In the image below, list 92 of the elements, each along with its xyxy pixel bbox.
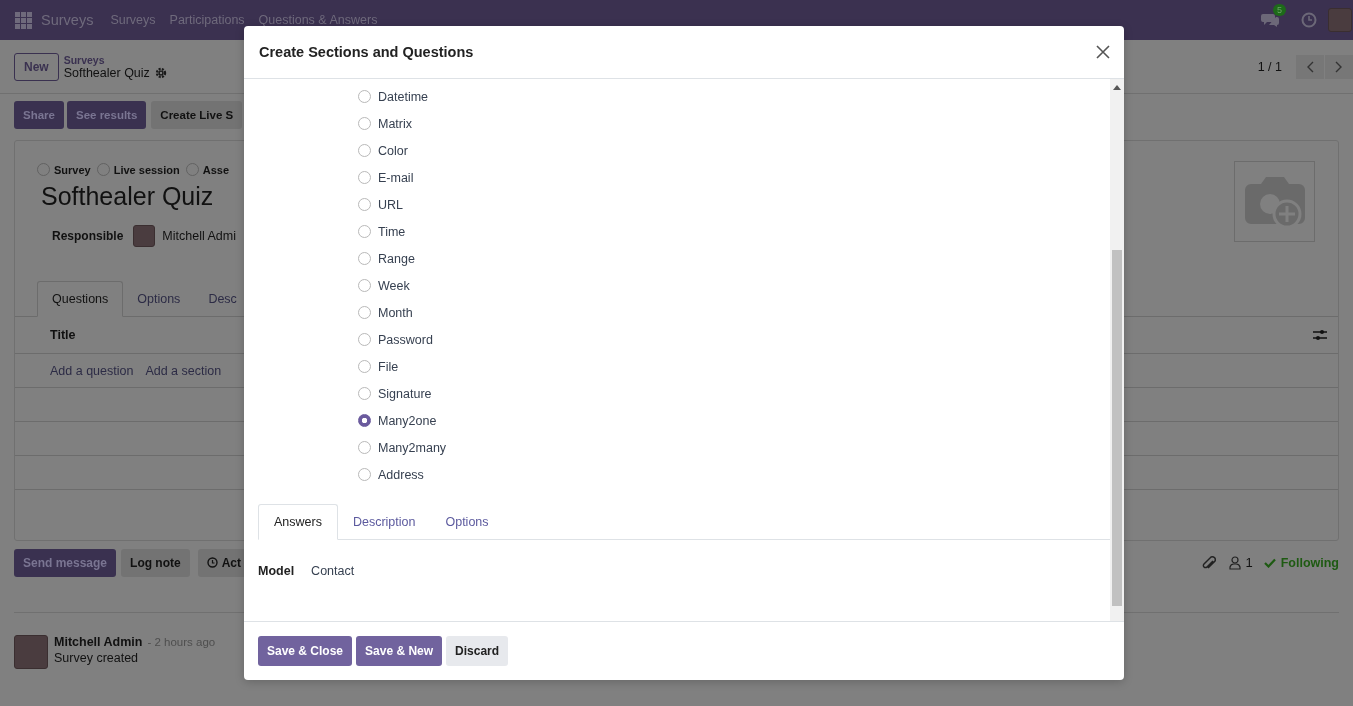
radio-button[interactable] [358, 468, 371, 481]
radio-button[interactable] [37, 163, 50, 176]
clock-icon[interactable] [1301, 12, 1317, 28]
followers-button[interactable]: 1 [1229, 555, 1253, 570]
radio-button[interactable] [358, 333, 371, 346]
pager-value: 1 / 1 [1257, 59, 1282, 74]
radio-button[interactable] [358, 198, 371, 211]
scrollbar[interactable] [1110, 79, 1124, 621]
field-label: Responsible [52, 229, 124, 243]
dialog-button[interactable]: Save & Close [258, 636, 353, 666]
new-button[interactable]: New [14, 52, 59, 81]
chevron-left-icon [1306, 60, 1314, 73]
record-title: Softhealer Quiz [41, 182, 214, 211]
dialog-button[interactable]: Save & New [356, 636, 443, 666]
radio-label: Live session [113, 163, 180, 176]
tab[interactable]: Description [337, 505, 431, 539]
action-button[interactable]: See results [66, 101, 147, 129]
radio-button[interactable] [358, 90, 371, 103]
radio-label: Asse [202, 163, 230, 176]
radio-label: Password [378, 332, 433, 347]
tab[interactable]: Options [123, 282, 195, 316]
radio-label: Many2one [378, 413, 437, 428]
paperclip-icon[interactable] [1202, 554, 1217, 571]
add-link[interactable]: Add a question [50, 363, 134, 378]
add-link[interactable]: Add a section [145, 363, 222, 378]
previous-button[interactable] [1296, 54, 1324, 79]
notification-badge: 5 [1273, 4, 1286, 16]
gear-icon[interactable] [154, 66, 167, 79]
breadcrumb-link[interactable]: Surveys [63, 53, 167, 66]
radio-label: Address [378, 467, 424, 482]
close-button[interactable] [1094, 43, 1112, 61]
apps-grid-icon[interactable] [15, 11, 32, 29]
radio-label: URL [378, 197, 403, 212]
clock-icon [206, 557, 218, 568]
radio-button[interactable] [96, 163, 110, 176]
tab[interactable]: Answers [258, 504, 338, 540]
breadcrumb-current: Softhealer Quiz [63, 65, 150, 80]
message-text: Survey created [54, 651, 140, 665]
field-value[interactable]: Contact [311, 564, 355, 578]
check-icon [1263, 557, 1276, 568]
radio-button[interactable] [358, 387, 371, 400]
radio-button[interactable] [358, 252, 371, 265]
radio-label: E-mail [378, 170, 414, 185]
radio-label: Matrix [378, 116, 413, 131]
radio-button[interactable] [185, 163, 199, 176]
chevron-right-icon [1335, 60, 1343, 73]
radio-label: File [378, 359, 399, 374]
radio-button[interactable] [358, 279, 371, 292]
column-settings-icon[interactable] [1313, 329, 1327, 341]
radio-label: Time [378, 224, 406, 239]
chatter-button[interactable]: Log note [121, 548, 190, 577]
author-avatar [14, 635, 48, 669]
menu-item[interactable]: Participations [169, 13, 245, 27]
following-button[interactable]: Following [1263, 555, 1339, 570]
app-name[interactable]: Surveys [41, 12, 94, 28]
radio-label: Many2many [378, 440, 447, 455]
tab[interactable]: Options [430, 505, 504, 539]
user-avatar [133, 225, 156, 247]
person-icon [1229, 555, 1242, 570]
radio-button[interactable] [358, 414, 371, 427]
radio-button[interactable] [358, 306, 371, 319]
radio-label: Month [378, 305, 413, 320]
radio-button[interactable] [358, 117, 371, 130]
dialog-title: Create Sections and Questions [259, 44, 474, 60]
dialog-button[interactable]: Discard [446, 636, 509, 666]
menu-item[interactable]: Questions & Answers [258, 13, 378, 27]
chatter-button[interactable]: Send message [14, 548, 117, 577]
tab[interactable]: Questions [37, 281, 124, 317]
radio-button[interactable] [358, 171, 371, 184]
action-button[interactable]: Create Live S [151, 101, 243, 129]
user-avatar[interactable] [1328, 8, 1352, 32]
radio-label: Survey [54, 163, 91, 176]
scroll-up-icon [1113, 85, 1121, 90]
radio-button[interactable] [358, 360, 371, 373]
field-label: Model [258, 564, 295, 578]
menu-item[interactable]: Surveys [110, 13, 156, 27]
radio-button[interactable] [358, 441, 371, 454]
next-button[interactable] [1325, 54, 1353, 79]
action-button[interactable]: Share [14, 101, 64, 129]
radio-button[interactable] [358, 225, 371, 238]
radio-label: Color [378, 143, 408, 158]
close-icon [1096, 45, 1110, 59]
radio-label: Signature [378, 386, 432, 401]
radio-label: Range [378, 251, 415, 266]
radio-label: Week [378, 278, 410, 293]
author-name: Mitchell Admin [54, 635, 143, 649]
column-header: Title [50, 328, 76, 342]
field-value[interactable]: Mitchell Admi [162, 229, 236, 243]
radio-label: Datetime [378, 89, 429, 104]
radio-button[interactable] [358, 144, 371, 157]
chat-icon[interactable] [1261, 12, 1279, 28]
scrollbar-thumb[interactable] [1112, 250, 1122, 606]
